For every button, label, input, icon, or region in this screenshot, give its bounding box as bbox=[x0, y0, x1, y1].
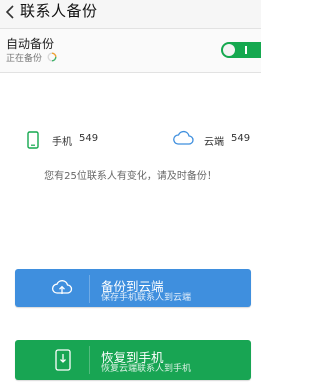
cloud-label: 云端 bbox=[204, 137, 224, 148]
title-bar: 联系人备份 bbox=[0, 0, 261, 28]
back-button[interactable] bbox=[3, 3, 17, 21]
auto-backup-toggle[interactable] bbox=[221, 42, 261, 58]
toggle-on-indicator bbox=[245, 46, 247, 54]
loading-spinner-icon bbox=[47, 52, 57, 62]
backup-to-cloud-button[interactable]: 备份到云端 保存手机联系人到云端 bbox=[15, 269, 251, 307]
phone-contact-count: 549 bbox=[79, 133, 99, 144]
phone-download-icon bbox=[55, 349, 71, 371]
backup-button-subtitle: 保存手机联系人到云端 bbox=[101, 293, 192, 303]
change-notice: 您有25位联系人有变化，请及时备份！ bbox=[44, 171, 217, 182]
cloud-icon bbox=[173, 130, 194, 145]
auto-backup-title: 自动备份 bbox=[6, 37, 55, 51]
restore-button-subtitle: 恢复云端联系人到手机 bbox=[101, 364, 192, 374]
content-area bbox=[0, 73, 261, 382]
phone-icon bbox=[27, 131, 39, 149]
button-divider bbox=[89, 346, 90, 374]
chevron-left-icon bbox=[6, 5, 14, 19]
phone-label: 手机 bbox=[52, 137, 72, 148]
page-title: 联系人备份 bbox=[20, 2, 98, 20]
auto-backup-status: 正在备份 bbox=[6, 54, 43, 64]
cloud-contact-count: 549 bbox=[231, 133, 251, 144]
toggle-knob bbox=[223, 44, 235, 56]
cloud-upload-icon bbox=[51, 280, 73, 294]
button-divider bbox=[89, 275, 90, 303]
restore-to-phone-button[interactable]: 恢复到手机 恢复云端联系人到手机 bbox=[15, 340, 251, 380]
